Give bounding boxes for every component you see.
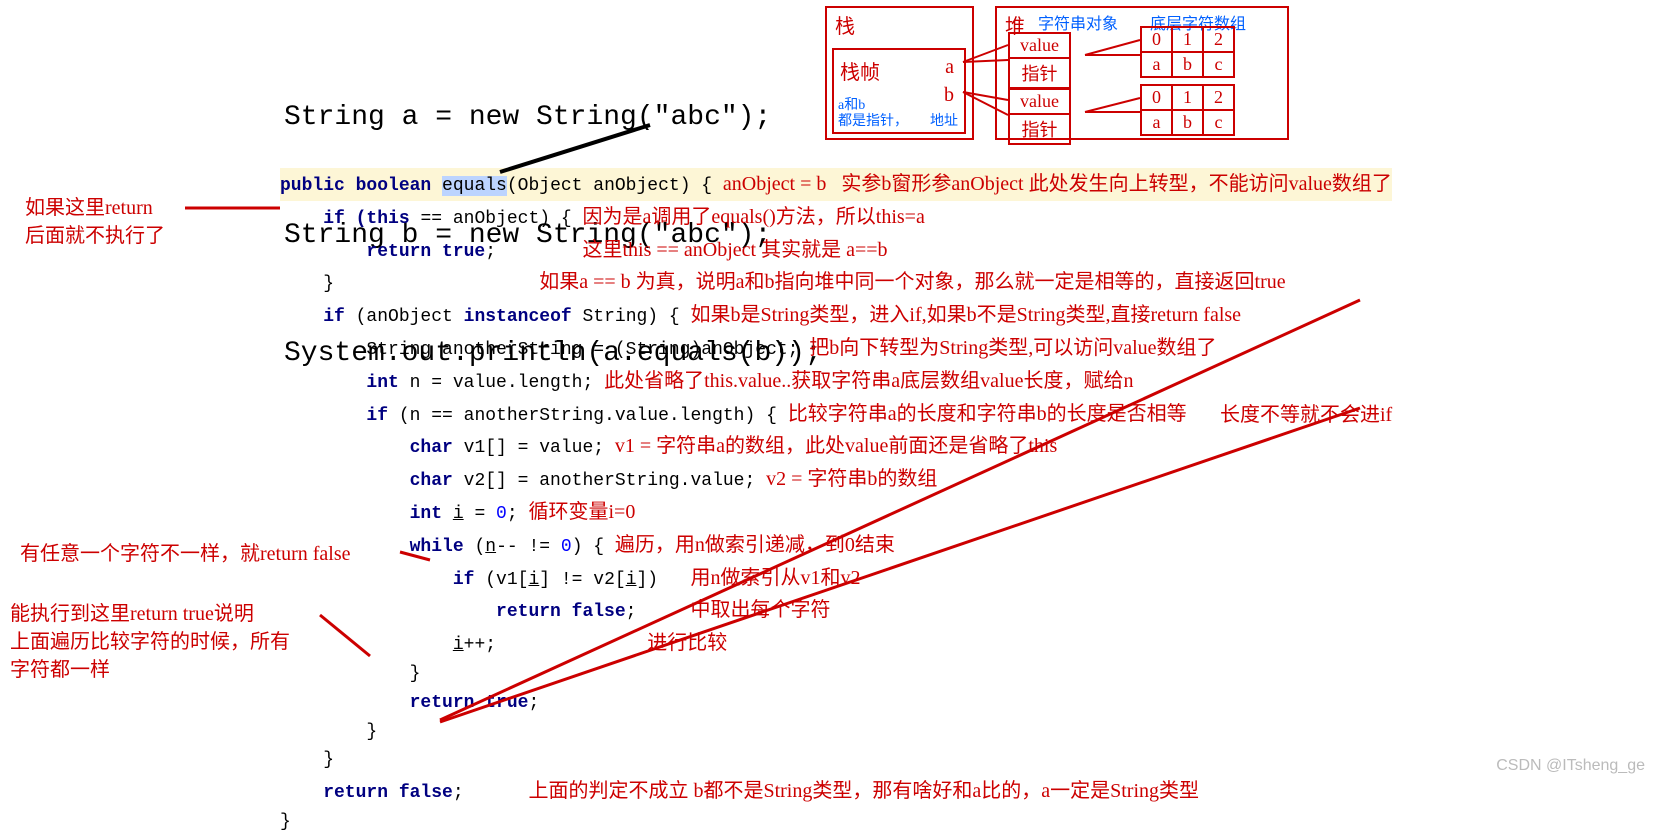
char-array-1: 012 abc [1140,26,1235,78]
code-l15: i++; 进行比较 [280,627,1392,660]
code-l7: int n = value.length; 此处省略了this.value..获… [280,365,1392,398]
left-ann-3: 能执行到这里return true说明 上面遍历比较字符的时候，所有 字符都一样 [10,600,290,684]
stack-title: 栈 [835,10,855,39]
ann-6: 把b向下转型为String类型,可以访问value数组了 [809,337,1216,359]
intro-line1: String a = new String("abc"); [284,98,822,137]
ann-13a: 用n做索引从v1和v2 [691,567,861,589]
heap-obj-2: value 指针 [1008,88,1071,145]
stack-frame-box: 栈帧 a b a和b 都是指针， 地址 [832,48,966,134]
ann-15: 上面的判定不成立 b都不是String类型，那有啥好和a比的，a一定是Strin… [528,780,1199,802]
ann-4: 如果a == b 为真，说明a和b指向堆中同一个对象，那么就一定是相等的，直接返… [539,271,1285,293]
code-l3: return true; 这里this == anObject 其实就是 a==… [280,234,1392,267]
ann-1: anObject = b 实参b窗形参anObject 此处发生向上转型，不能访… [723,173,1392,195]
ann-10: v2 = 字符串b的数组 [766,468,937,490]
code-l2: if (this == anObject) { 因为是a调用了equals()方… [280,201,1392,234]
ann-14: 长度不等就不会进if [1220,398,1392,427]
ann-11: 循环变量i=0 [528,501,635,523]
code-l10: char v2[] = anotherString.value; v2 = 字符… [280,463,1392,496]
code-l14: return false; 中取出每个字符 [280,594,1392,627]
code-l21: } [280,808,1392,837]
code-l18: } [280,718,1392,747]
ab-note-2: 都是指针， [838,110,908,130]
ann-5: 如果b是String类型，进入if,如果b不是String类型,直接return… [691,304,1242,326]
addr: 地址 [930,110,958,130]
var-b: b [944,84,954,107]
ann-2: 因为是a调用了equals()方法，所以this=a [582,206,924,228]
code-l17: return true; [280,689,1392,718]
char-array-2: 012 abc [1140,84,1235,136]
code-l19: } [280,746,1392,775]
ann-13b: 中取出每个字符 [690,599,830,621]
watermark: CSDN @ITsheng_ge [1496,757,1645,775]
code-l11: int i = 0; 循环变量i=0 [280,496,1392,529]
code-sig: public boolean equals(Object anObject) {… [280,168,1392,201]
left-ann-1: 如果这里return 后面就不执行了 [25,194,165,250]
code-l5: if (anObject instanceof String) { 如果b是St… [280,299,1392,332]
ann-3: 这里this == anObject 其实就是 a==b [582,239,887,261]
code-l20: return false; 上面的判定不成立 b都不是String类型，那有啥好… [280,775,1392,808]
ann-12: 遍历，用n做索引递减，到0结束 [615,534,895,556]
code-l9: char v1[] = value; v1 = 字符串a的数组，此处value前… [280,430,1392,463]
code-l16: } [280,660,1392,689]
ann-8: 比较字符串a的长度和字符串b的长度是否相等 [788,403,1187,425]
code-block: public boolean equals(Object anObject) {… [280,168,1392,837]
left-ann-2: 有任意一个字符不一样，就return false [20,540,351,568]
str-obj-label: 字符串对象 [1038,10,1118,34]
code-l13: if (v1[i] != v2[i]) 用n做索引从v1和v2 [280,562,1392,595]
stack-frame-label: 栈帧 [840,56,880,85]
ann-13c: 进行比较 [647,632,727,654]
ann-9: v1 = 字符串a的数组，此处value前面还是省略了this [615,435,1057,457]
heap-obj-1: value 指针 [1008,32,1071,89]
var-a: a [945,56,954,79]
ann-7: 此处省略了this.value..获取字符串a底层数组value长度，赋给n [604,370,1133,392]
code-l6: String anotherString = (String)anObject;… [280,332,1392,365]
code-l12: while (n-- != 0) { 遍历，用n做索引递减，到0结束 [280,529,1392,562]
code-l4: } 如果a == b 为真，说明a和b指向堆中同一个对象，那么就一定是相等的，直… [280,266,1392,299]
